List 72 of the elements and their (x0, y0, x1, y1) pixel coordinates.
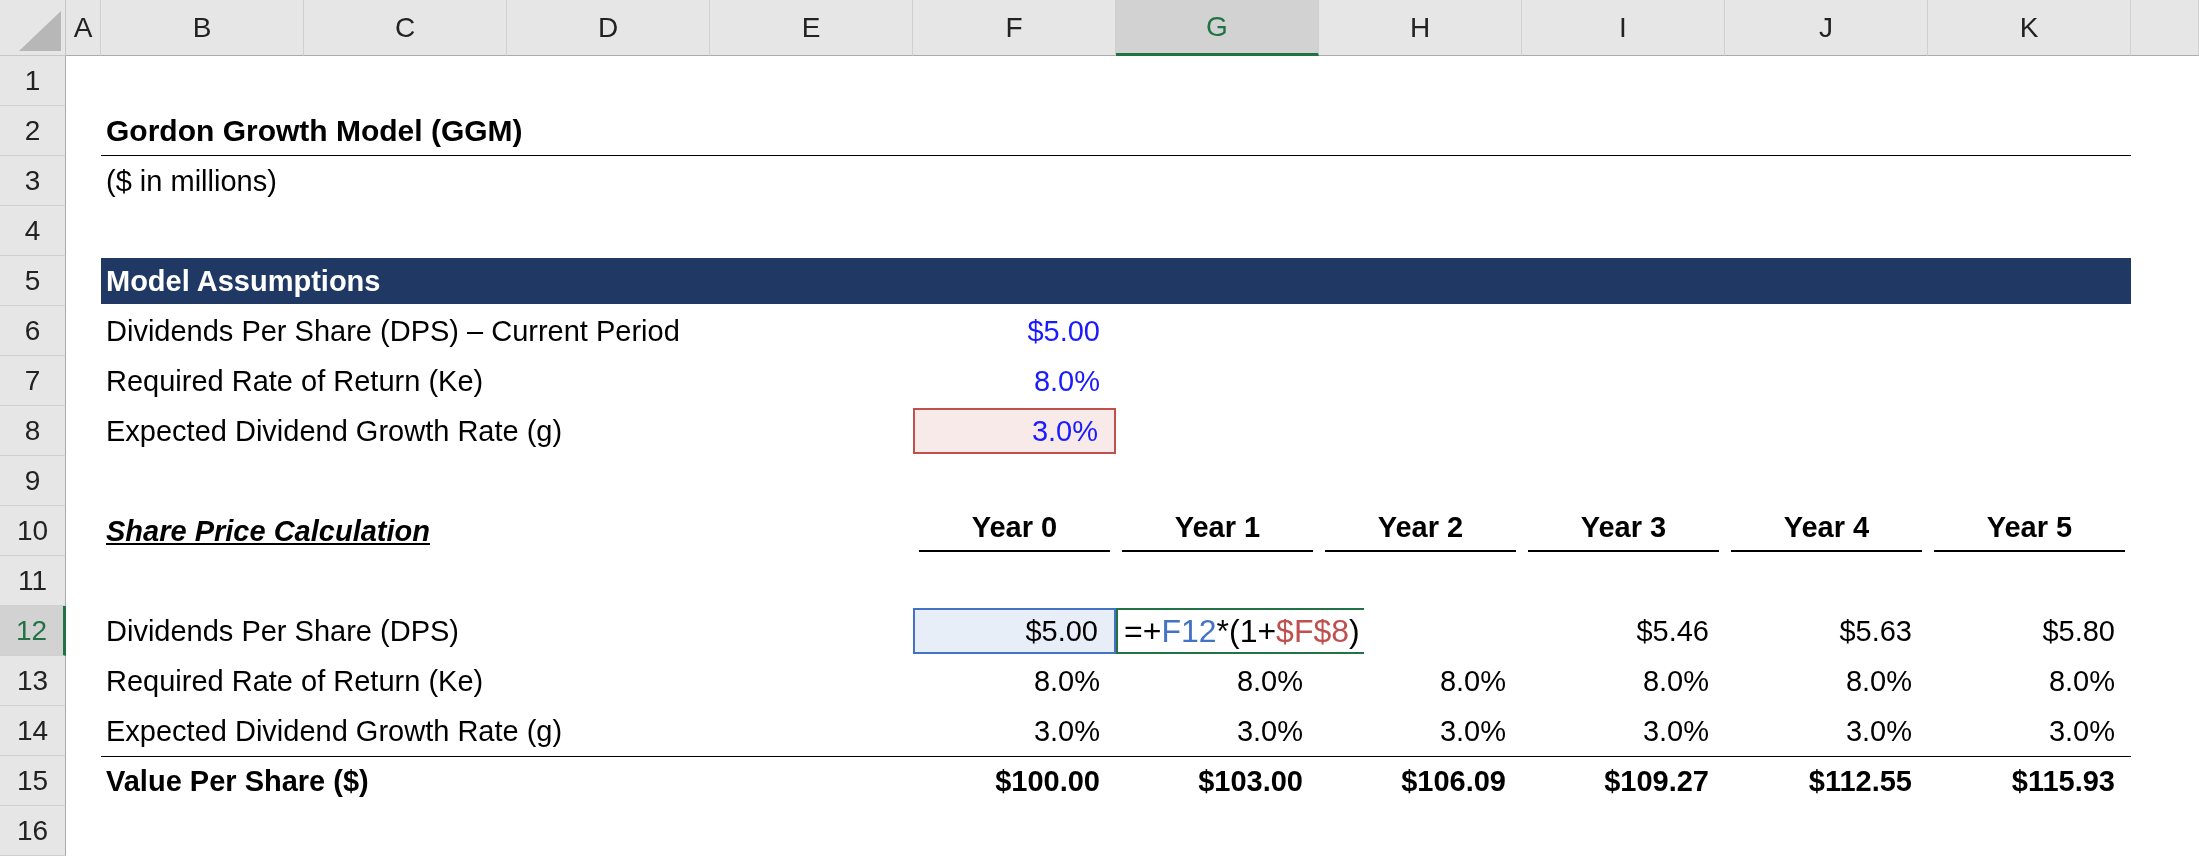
value-cell: $103.00 (1116, 756, 1319, 806)
row-label: Dividends Per Share (DPS) – Current Period (106, 314, 680, 348)
value-cell-text: 3.0% (2047, 713, 2116, 749)
value-cell-text: $5.63 (1838, 613, 1913, 649)
year-header: Year 3 (1528, 511, 1719, 552)
year-header: Year 2 (1325, 511, 1516, 552)
input-cell-text: 8.0% (1032, 363, 1101, 399)
row-header[interactable]: 9 (0, 456, 66, 506)
value-cell-text: 3.0% (1641, 713, 1710, 749)
row-header[interactable]: 4 (0, 206, 66, 256)
value-cell-text: 3.0% (1844, 713, 1913, 749)
formula-cell[interactable]: =+F12*(1+$F$8) (1116, 608, 1364, 654)
value-cell: $5.00 (913, 608, 1116, 654)
row-label: Expected Dividend Growth Rate (g) (106, 714, 563, 748)
value-cell: $106.09 (1319, 756, 1522, 806)
column-header[interactable]: A (66, 0, 101, 56)
row-label: Required Rate of Return (Ke) (106, 664, 484, 698)
row-header[interactable]: 12 (0, 606, 66, 656)
value-cell: $112.55 (1725, 756, 1928, 806)
row-header[interactable]: 1 (0, 56, 66, 106)
sheet-title: Gordon Growth Model (GGM) (106, 113, 523, 148)
column-header[interactable]: I (1522, 0, 1725, 56)
year-header: Year 5 (1934, 511, 2125, 552)
year-header: Year 4 (1731, 511, 1922, 552)
row-header[interactable]: 13 (0, 656, 66, 706)
row-header[interactable]: 11 (0, 556, 66, 606)
value-cell-text: 3.0% (1235, 713, 1304, 749)
corner-triangle-icon (17, 11, 61, 51)
row-header[interactable]: 3 (0, 156, 66, 206)
year-header: Year 1 (1122, 511, 1313, 552)
row-header[interactable]: 14 (0, 706, 66, 756)
select-all-corner[interactable] (0, 0, 66, 56)
value-cell-text: 3.0% (1438, 713, 1507, 749)
value-cell-text: 3.0% (1032, 713, 1101, 749)
value-cell-text: 8.0% (1641, 663, 1710, 699)
row-header[interactable]: 10 (0, 506, 66, 556)
value-cell-text: 8.0% (1844, 663, 1913, 699)
column-header[interactable]: C (304, 0, 507, 56)
row-header[interactable]: 16 (0, 806, 66, 856)
value-cell: $115.93 (1928, 756, 2131, 806)
column-header[interactable]: D (507, 0, 710, 56)
column-header[interactable]: J (1725, 0, 1928, 56)
value-cell-text: 8.0% (2047, 663, 2116, 699)
value-cell-text: $5.46 (1635, 613, 1710, 649)
input-cell: 3.0% (913, 408, 1116, 454)
row-header[interactable]: 6 (0, 306, 66, 356)
row-header[interactable]: 2 (0, 106, 66, 156)
input-cell-text: $5.00 (1026, 313, 1101, 349)
row-header[interactable]: 15 (0, 756, 66, 806)
column-header[interactable]: K (1928, 0, 2131, 56)
row-label: Required Rate of Return (Ke) (106, 364, 484, 398)
column-header[interactable]: G (1116, 0, 1319, 56)
units-note: ($ in millions) (106, 164, 277, 198)
value-cell: $109.27 (1522, 756, 1725, 806)
section-band: Model Assumptions (101, 258, 2131, 304)
value-cell-text: 8.0% (1235, 663, 1304, 699)
header-filler (2131, 0, 2199, 56)
column-header[interactable]: E (710, 0, 913, 56)
row-header[interactable]: 8 (0, 406, 66, 456)
row-label: Dividends Per Share (DPS) (106, 614, 459, 648)
column-header[interactable]: B (101, 0, 304, 56)
value-cell-text: 8.0% (1438, 663, 1507, 699)
row-header[interactable]: 5 (0, 256, 66, 306)
value-cell-text: $5.80 (2041, 613, 2116, 649)
value-cell: $100.00 (913, 756, 1116, 806)
year-header: Year 0 (919, 511, 1110, 552)
section-title: Share Price Calculation (106, 514, 430, 548)
column-header[interactable]: H (1319, 0, 1522, 56)
row-header[interactable]: 7 (0, 356, 66, 406)
row-label: Value Per Share ($) (106, 765, 369, 798)
row-label: Expected Dividend Growth Rate (g) (106, 414, 563, 448)
value-cell-text: 8.0% (1032, 663, 1101, 699)
